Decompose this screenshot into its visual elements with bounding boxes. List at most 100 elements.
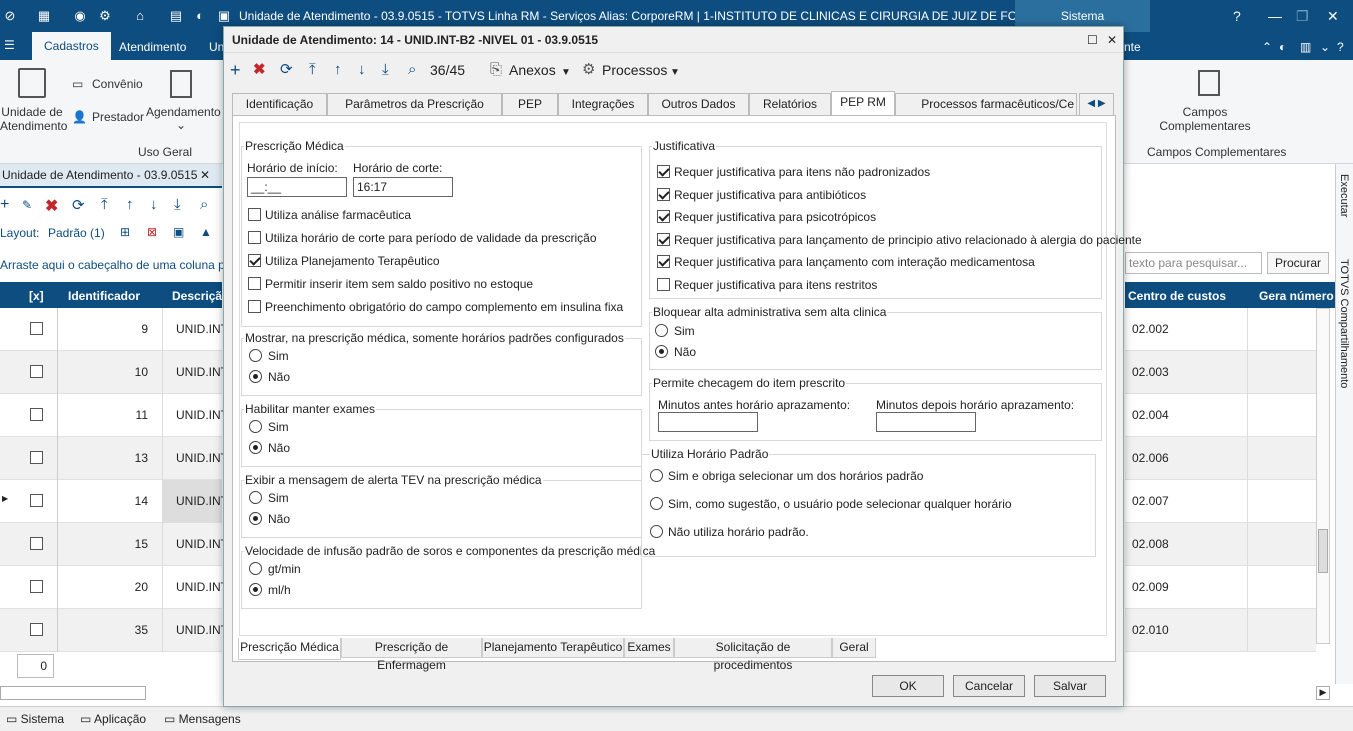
layout-save-icon[interactable]: ▣ <box>173 225 184 239</box>
infusao-gtmin-radio[interactable] <box>249 562 262 575</box>
delete-record-icon[interactable]: ✖ <box>253 61 266 79</box>
exames-nao-radio[interactable] <box>249 441 262 454</box>
prev-record-icon[interactable]: ↑ <box>334 61 342 79</box>
col-descricao[interactable]: Descriçã <box>172 289 222 303</box>
row-checkbox[interactable] <box>30 623 43 636</box>
refresh-icon[interactable]: ⟳ <box>72 196 85 214</box>
add-icon[interactable]: + <box>0 196 9 214</box>
procurar-button[interactable]: Procurar <box>1267 252 1329 274</box>
collapse-ribbon-icon[interactable]: ⌃ <box>1262 40 1272 54</box>
globe2-icon[interactable]: ◐ <box>1279 40 1286 54</box>
bloquear-nao-radio[interactable] <box>655 345 668 358</box>
horario-opt2-radio[interactable] <box>650 497 663 510</box>
mostrar-sim-radio[interactable] <box>249 349 262 362</box>
col-gera-numero[interactable]: Gera número <box>1259 289 1334 303</box>
processos-dropdown-icon[interactable]: ▼ <box>670 64 680 82</box>
campos-button[interactable]: Campos Complementares <box>1150 105 1260 133</box>
tab-integracoes[interactable]: Integrações <box>558 93 648 115</box>
tab-cadastros[interactable]: Cadastros <box>32 32 111 60</box>
tab-pep[interactable]: PEP <box>502 93 558 115</box>
salvar-button[interactable]: Salvar <box>1034 675 1106 697</box>
side-tab-executar[interactable]: Executar <box>1338 174 1350 217</box>
mostrar-nao-radio[interactable] <box>249 370 262 383</box>
row-checkbox[interactable] <box>30 580 43 593</box>
restore-icon[interactable]: ❐ <box>1296 8 1309 25</box>
eye-icon[interactable]: ◉ <box>72 8 88 24</box>
search-record-icon[interactable]: ⌕ <box>408 61 416 79</box>
left-hscroll[interactable] <box>0 686 146 700</box>
table-row[interactable]: 02.010 <box>1125 609 1316 652</box>
row-checkbox[interactable] <box>30 537 43 550</box>
doc-tab-close-icon[interactable]: ✕ <box>200 164 210 186</box>
subtab-geral[interactable]: Geral <box>832 638 876 658</box>
status-sistema[interactable]: ▭ Sistema <box>2 710 64 730</box>
next-record-icon[interactable]: ↓ <box>358 61 366 79</box>
row-checkbox[interactable] <box>30 322 43 335</box>
corte-input[interactable]: 16:17 <box>353 177 453 197</box>
bloquear-sim-radio[interactable] <box>655 324 668 337</box>
table-row[interactable]: 15 UNID.INT <box>0 523 228 566</box>
tab-relatorios[interactable]: Relatórios <box>749 93 831 115</box>
checkbox[interactable] <box>657 232 670 246</box>
dialog-maximize-icon[interactable]: ☐ <box>1087 27 1098 53</box>
layout-icon[interactable]: ▥ <box>1300 40 1311 54</box>
side-tab-compartilhamento[interactable]: TOTVS Compartilhamento <box>1338 259 1350 388</box>
tev-sim-radio[interactable] <box>249 491 262 504</box>
table-row[interactable]: ▶ 14 UNID.INT <box>0 480 228 523</box>
tab-scroll-arrows-icon[interactable]: ◀ ▶ <box>1079 93 1114 115</box>
row-checkbox[interactable] <box>30 494 43 507</box>
prestador-button[interactable]: Prestador <box>92 110 144 124</box>
table-row[interactable]: 02.002 <box>1125 308 1316 351</box>
col-check[interactable]: [x] <box>29 289 44 303</box>
depois-input[interactable] <box>876 412 976 432</box>
layout-select[interactable]: Padrão (1) <box>48 226 105 240</box>
last-record-icon[interactable]: ⤓ <box>382 61 389 79</box>
table-row[interactable]: 35 UNID.INT <box>0 609 228 652</box>
table-row[interactable]: 02.003 <box>1125 351 1316 394</box>
infusao-mlh-radio[interactable] <box>249 583 262 596</box>
table-row[interactable]: 10 UNID.INT <box>0 351 228 394</box>
subtab-prescricao-enfermagem[interactable]: Prescrição de Enfermagem <box>341 638 482 672</box>
tab-parametros[interactable]: Parâmetros da Prescrição <box>327 93 502 115</box>
doc-tab[interactable]: Unidade de Atendimento - 03.9.0515 ✕ <box>0 164 222 188</box>
subtab-exames[interactable]: Exames <box>624 638 674 658</box>
checkbox[interactable] <box>657 210 670 224</box>
row-checkbox[interactable] <box>30 408 43 421</box>
help-icon[interactable]: ? <box>1233 8 1241 24</box>
checkbox[interactable] <box>657 187 670 201</box>
checkbox[interactable] <box>248 277 261 290</box>
agendamento-button[interactable]: Agendamento <box>146 105 221 119</box>
table-row[interactable]: 02.006 <box>1125 437 1316 480</box>
chevron-down-icon[interactable]: ⌄ <box>1320 40 1330 54</box>
grid-icon[interactable]: ▦ <box>36 8 52 24</box>
exames-sim-radio[interactable] <box>249 420 262 433</box>
home-icon[interactable]: ⌂ <box>132 8 148 24</box>
tab-outros-dados[interactable]: Outros Dados <box>648 93 749 115</box>
cancelar-button[interactable]: Cancelar <box>953 675 1025 697</box>
table-row[interactable]: 9 UNID.INT <box>0 308 228 351</box>
row-checkbox[interactable] <box>30 451 43 464</box>
checkbox[interactable] <box>248 231 261 244</box>
antes-input[interactable] <box>658 412 758 432</box>
ok-button[interactable]: OK <box>872 675 944 697</box>
search-icon[interactable]: ⌕ <box>200 196 208 213</box>
col-centro-custos[interactable]: Centro de custos <box>1128 289 1226 303</box>
globe-icon[interactable]: ◐ <box>192 8 208 24</box>
col-identificador[interactable]: Identificador <box>68 289 140 303</box>
menu-icon[interactable]: ☰ <box>4 38 15 52</box>
checkbox[interactable] <box>248 254 261 267</box>
table-row[interactable]: 20 UNID.INT <box>0 566 228 609</box>
subtab-solicitacao[interactable]: Solicitação de procedimentos <box>674 638 832 672</box>
agendamento-chevron-icon[interactable]: ⌄ <box>176 118 186 132</box>
share-icon[interactable]: ⚙ <box>97 8 113 24</box>
checkbox[interactable] <box>657 255 670 269</box>
attachment-icon[interactable]: ⎘ <box>490 61 502 79</box>
table-row[interactable]: 11 UNID.INT <box>0 394 228 437</box>
row-checkbox[interactable] <box>30 365 43 378</box>
table-row[interactable]: 02.004 <box>1125 394 1316 437</box>
subtab-prescricao-medica[interactable]: Prescrição Médica <box>238 638 341 660</box>
table-row[interactable]: 02.008 <box>1125 523 1316 566</box>
inicio-input[interactable]: __:__ <box>247 177 347 197</box>
layout-add-icon[interactable]: ⊞ <box>120 225 130 239</box>
dialog-close-icon[interactable]: ✕ <box>1107 27 1117 53</box>
